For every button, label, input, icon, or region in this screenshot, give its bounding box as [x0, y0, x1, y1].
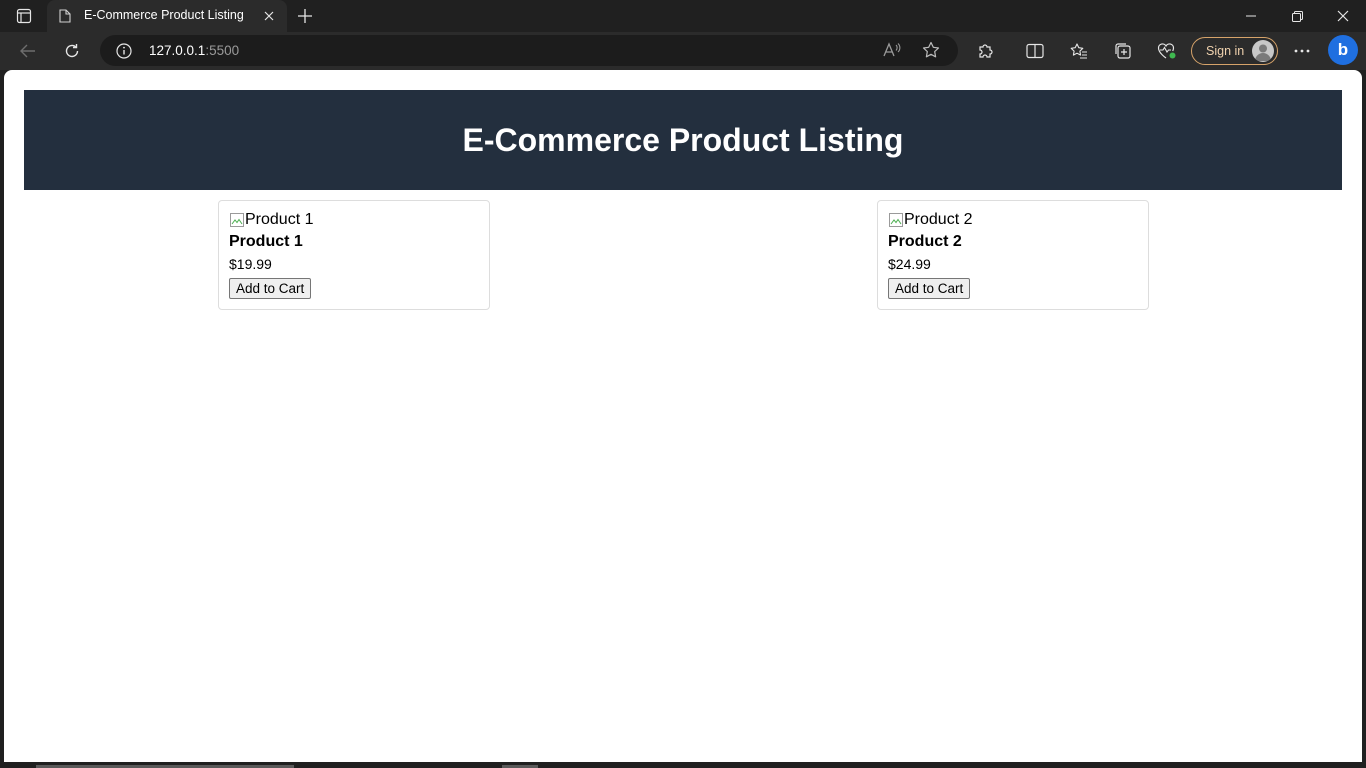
collections-button[interactable] [1108, 36, 1138, 66]
avatar-icon [1252, 40, 1274, 62]
product-card-2: Product 2 Product 2 $24.99 Add to Cart [877, 200, 1149, 310]
product-price: $24.99 [888, 256, 931, 272]
site-header: E-Commerce Product Listing [24, 90, 1342, 190]
sign-in-label: Sign in [1206, 44, 1245, 58]
back-button[interactable] [13, 36, 43, 66]
minimize-icon [1246, 15, 1256, 17]
product-name: Product 1 [229, 233, 303, 250]
add-to-cart-button[interactable]: Add to Cart [229, 278, 312, 299]
bing-copilot-button[interactable]: b [1328, 35, 1358, 65]
plus-icon [298, 9, 312, 23]
url-host: 127.0.0.1 [149, 43, 206, 58]
taskbar-strip [0, 762, 1366, 768]
tab-actions-icon [16, 8, 32, 24]
product-image-alt: Product 1 [245, 211, 314, 228]
collections-icon [1115, 43, 1131, 59]
new-tab-button[interactable] [292, 4, 318, 28]
page-viewport: E-Commerce Product Listing Product 1 Pro… [4, 70, 1362, 762]
page-title: E-Commerce Product Listing [462, 121, 904, 158]
product-image-alt: Product 2 [904, 211, 973, 228]
product-image: Product 1 [229, 211, 479, 229]
refresh-button[interactable] [57, 36, 87, 66]
product-card-1: Product 1 Product 1 $19.99 Add to Cart [218, 200, 490, 310]
product-price: $19.99 [229, 256, 272, 272]
address-bar[interactable]: 127.0.0.1:5500 [100, 35, 958, 66]
tab-close-button[interactable] [259, 6, 279, 26]
product-image: Product 2 [888, 211, 1138, 229]
split-screen-button[interactable] [1020, 36, 1050, 66]
tab-actions-button[interactable] [8, 4, 40, 28]
add-favorite-star-icon[interactable] [922, 41, 940, 59]
url-port: :5500 [205, 43, 240, 58]
page-icon [59, 9, 71, 23]
sign-in-button[interactable]: Sign in [1191, 37, 1278, 65]
heart-pulse-icon [1157, 43, 1176, 59]
puzzle-icon [979, 44, 993, 58]
tab-title: E-Commerce Product Listing [84, 8, 244, 22]
refresh-icon [65, 44, 79, 58]
broken-image-icon [230, 213, 244, 227]
back-arrow-icon [20, 44, 35, 58]
settings-menu-button[interactable] [1287, 36, 1317, 66]
navigation-bar: 127.0.0.1:5500 Sign in b [0, 32, 1366, 70]
close-icon [1337, 10, 1349, 22]
tab-strip: E-Commerce Product Listing [0, 0, 1366, 32]
url-text[interactable]: 127.0.0.1:5500 [149, 43, 239, 58]
more-options-icon [1294, 49, 1310, 53]
favorites-button[interactable] [1064, 36, 1094, 66]
broken-image-icon [889, 213, 903, 227]
browser-essentials-button[interactable] [1152, 36, 1182, 66]
favorites-icon [1070, 43, 1087, 59]
bing-icon: b [1337, 40, 1349, 59]
info-icon[interactable] [116, 43, 132, 59]
read-aloud-icon[interactable] [883, 42, 901, 58]
restore-button[interactable] [1274, 0, 1320, 32]
add-to-cart-button[interactable]: Add to Cart [888, 278, 971, 299]
restore-icon [1291, 10, 1303, 22]
close-window-button[interactable] [1320, 0, 1366, 32]
minimize-button[interactable] [1228, 0, 1274, 32]
close-icon [264, 11, 274, 21]
extensions-button[interactable] [971, 36, 1001, 66]
browser-tab[interactable]: E-Commerce Product Listing [47, 0, 287, 32]
split-screen-icon [1026, 43, 1044, 59]
product-name: Product 2 [888, 233, 962, 250]
